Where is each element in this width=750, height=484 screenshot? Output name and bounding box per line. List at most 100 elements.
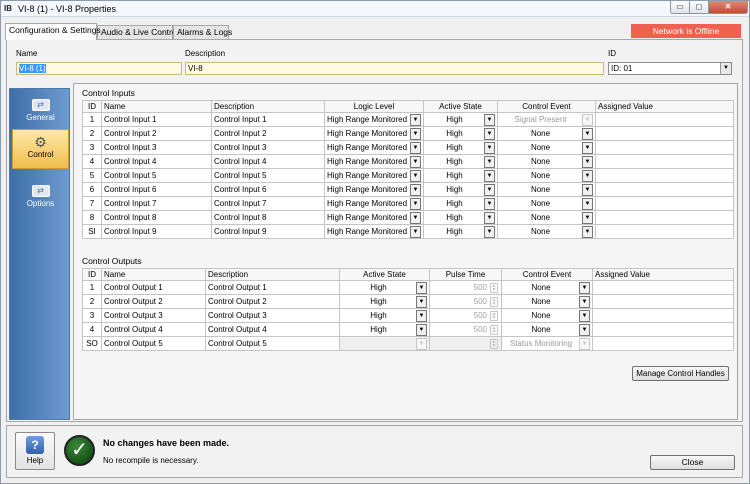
row-name[interactable]: Control Input 2 [101, 126, 212, 141]
control-event-select[interactable]: None ▼ [497, 224, 596, 239]
assigned-value-cell[interactable] [595, 210, 734, 225]
row-description[interactable]: Control Input 3 [211, 140, 325, 155]
column-header-logic-level: Logic Level [324, 100, 424, 113]
row-description[interactable]: Control Output 5 [205, 336, 340, 351]
control-inputs-table: ID Name Description Logic Level Active S… [82, 100, 734, 239]
close-button[interactable]: Close [650, 455, 735, 470]
active-state-select[interactable]: High ▼ [423, 210, 498, 225]
logic-level-select[interactable]: High Range Monitored ▼ [324, 168, 424, 183]
control-event-select[interactable]: None ▼ [497, 210, 596, 225]
assigned-value-cell[interactable] [592, 294, 734, 309]
active-state-select[interactable]: High ▼ [423, 196, 498, 211]
logic-level-select[interactable]: High Range Monitored ▼ [324, 112, 424, 127]
row-name[interactable]: Control Input 7 [101, 196, 212, 211]
row-name[interactable]: Control Input 6 [101, 182, 212, 197]
row-name[interactable]: Control Input 9 [101, 224, 212, 239]
assigned-value-cell[interactable] [595, 112, 734, 127]
active-state-select[interactable]: High ▼ [339, 308, 430, 323]
column-header-assigned-value: Assigned Value [592, 268, 734, 281]
active-state-select[interactable]: High ▼ [339, 322, 430, 337]
row-description[interactable]: Control Input 8 [211, 210, 325, 225]
row-name[interactable]: Control Output 3 [101, 308, 206, 323]
logic-level-select[interactable]: High Range Monitored ▼ [324, 210, 424, 225]
name-field[interactable]: VI-8 (1) [16, 62, 182, 75]
control-event-select[interactable]: None ▼ [497, 154, 596, 169]
description-field[interactable]: VI-8 [185, 62, 604, 75]
control-event-select[interactable]: None ▼ [501, 280, 593, 295]
active-state-select[interactable]: High ▼ [423, 168, 498, 183]
id-label: ID [608, 49, 616, 58]
close-window-button[interactable]: ✕ [708, 1, 748, 14]
chevron-down-icon: ▼ [582, 113, 593, 126]
row-description[interactable]: Control Output 4 [205, 322, 340, 337]
control-event-select[interactable]: None ▼ [497, 196, 596, 211]
assigned-value-cell[interactable] [595, 224, 734, 239]
row-name[interactable]: Control Input 1 [101, 112, 212, 127]
assigned-value-cell[interactable] [592, 322, 734, 337]
control-event-select[interactable]: None ▼ [497, 168, 596, 183]
control-event-select[interactable]: None ▼ [497, 182, 596, 197]
row-description[interactable]: Control Input 9 [211, 224, 325, 239]
assigned-value-cell[interactable] [592, 308, 734, 323]
control-event-select[interactable]: None ▼ [501, 322, 593, 337]
row-description[interactable]: Control Input 4 [211, 154, 325, 169]
row-description[interactable]: Control Input 6 [211, 182, 325, 197]
control-main-panel: Control Inputs ID Name Description Logic… [73, 83, 738, 420]
minimize-button[interactable]: ▭ [670, 1, 690, 14]
sidebar-item-control[interactable]: ⚙ Control [12, 129, 69, 169]
assigned-value-cell[interactable] [592, 336, 734, 351]
assigned-value-cell[interactable] [592, 280, 734, 295]
row-description[interactable]: Control Input 1 [211, 112, 325, 127]
tab-alarms-logs[interactable]: Alarms & Logs [173, 25, 232, 40]
logic-level-select[interactable]: High Range Monitored ▼ [324, 154, 424, 169]
active-state-select[interactable]: High ▼ [423, 140, 498, 155]
logic-level-value: High Range Monitored [327, 142, 408, 152]
active-state-select[interactable]: High ▼ [339, 280, 430, 295]
id-select[interactable]: ID: 01 ▼ [608, 62, 732, 75]
row-name[interactable]: Control Input 4 [101, 154, 212, 169]
assigned-value-cell[interactable] [595, 140, 734, 155]
help-button[interactable]: ? Help [15, 432, 55, 470]
assigned-value-cell[interactable] [595, 154, 734, 169]
control-event-select[interactable]: None ▼ [497, 126, 596, 141]
control-event-select[interactable]: None ▼ [501, 308, 593, 323]
row-description[interactable]: Control Input 5 [211, 168, 325, 183]
active-state-select[interactable]: High ▼ [423, 154, 498, 169]
row-name[interactable]: Control Input 5 [101, 168, 212, 183]
row-id: 3 [82, 140, 102, 155]
sidebar-item-options[interactable]: ⇄ Options [12, 179, 69, 219]
logic-level-select[interactable]: High Range Monitored ▼ [324, 140, 424, 155]
row-name[interactable]: Control Output 5 [101, 336, 206, 351]
row-description[interactable]: Control Input 7 [211, 196, 325, 211]
logic-level-select[interactable]: High Range Monitored ▼ [324, 224, 424, 239]
active-state-select[interactable]: High ▼ [339, 294, 430, 309]
active-state-select[interactable]: High ▼ [423, 224, 498, 239]
sidebar-item-general[interactable]: ⇄ General [12, 93, 69, 133]
tab-configuration-settings[interactable]: Configuration & Settings [5, 23, 101, 40]
row-description[interactable]: Control Output 1 [205, 280, 340, 295]
assigned-value-cell[interactable] [595, 168, 734, 183]
row-name[interactable]: Control Output 4 [101, 322, 206, 337]
active-state-select[interactable]: High ▼ [423, 182, 498, 197]
row-description[interactable]: Control Output 2 [205, 294, 340, 309]
logic-level-select[interactable]: High Range Monitored ▼ [324, 196, 424, 211]
row-description[interactable]: Control Output 3 [205, 308, 340, 323]
logic-level-select[interactable]: High Range Monitored ▼ [324, 126, 424, 141]
maximize-button[interactable]: ◻ [689, 1, 709, 14]
row-name[interactable]: Control Output 2 [101, 294, 206, 309]
manage-control-handles-button[interactable]: Manage Control Handles [632, 366, 729, 381]
control-event-select[interactable]: None ▼ [501, 294, 593, 309]
assigned-value-cell[interactable] [595, 126, 734, 141]
assigned-value-cell[interactable] [595, 196, 734, 211]
row-id: SO [82, 336, 102, 351]
tab-audio-live-control[interactable]: Audio & Live Control [97, 25, 179, 40]
active-state-select[interactable]: High ▼ [423, 112, 498, 127]
logic-level-select[interactable]: High Range Monitored ▼ [324, 182, 424, 197]
row-name[interactable]: Control Input 3 [101, 140, 212, 155]
assigned-value-cell[interactable] [595, 182, 734, 197]
row-name[interactable]: Control Output 1 [101, 280, 206, 295]
row-name[interactable]: Control Input 8 [101, 210, 212, 225]
active-state-select[interactable]: High ▼ [423, 126, 498, 141]
control-event-select[interactable]: None ▼ [497, 140, 596, 155]
row-description[interactable]: Control Input 2 [211, 126, 325, 141]
